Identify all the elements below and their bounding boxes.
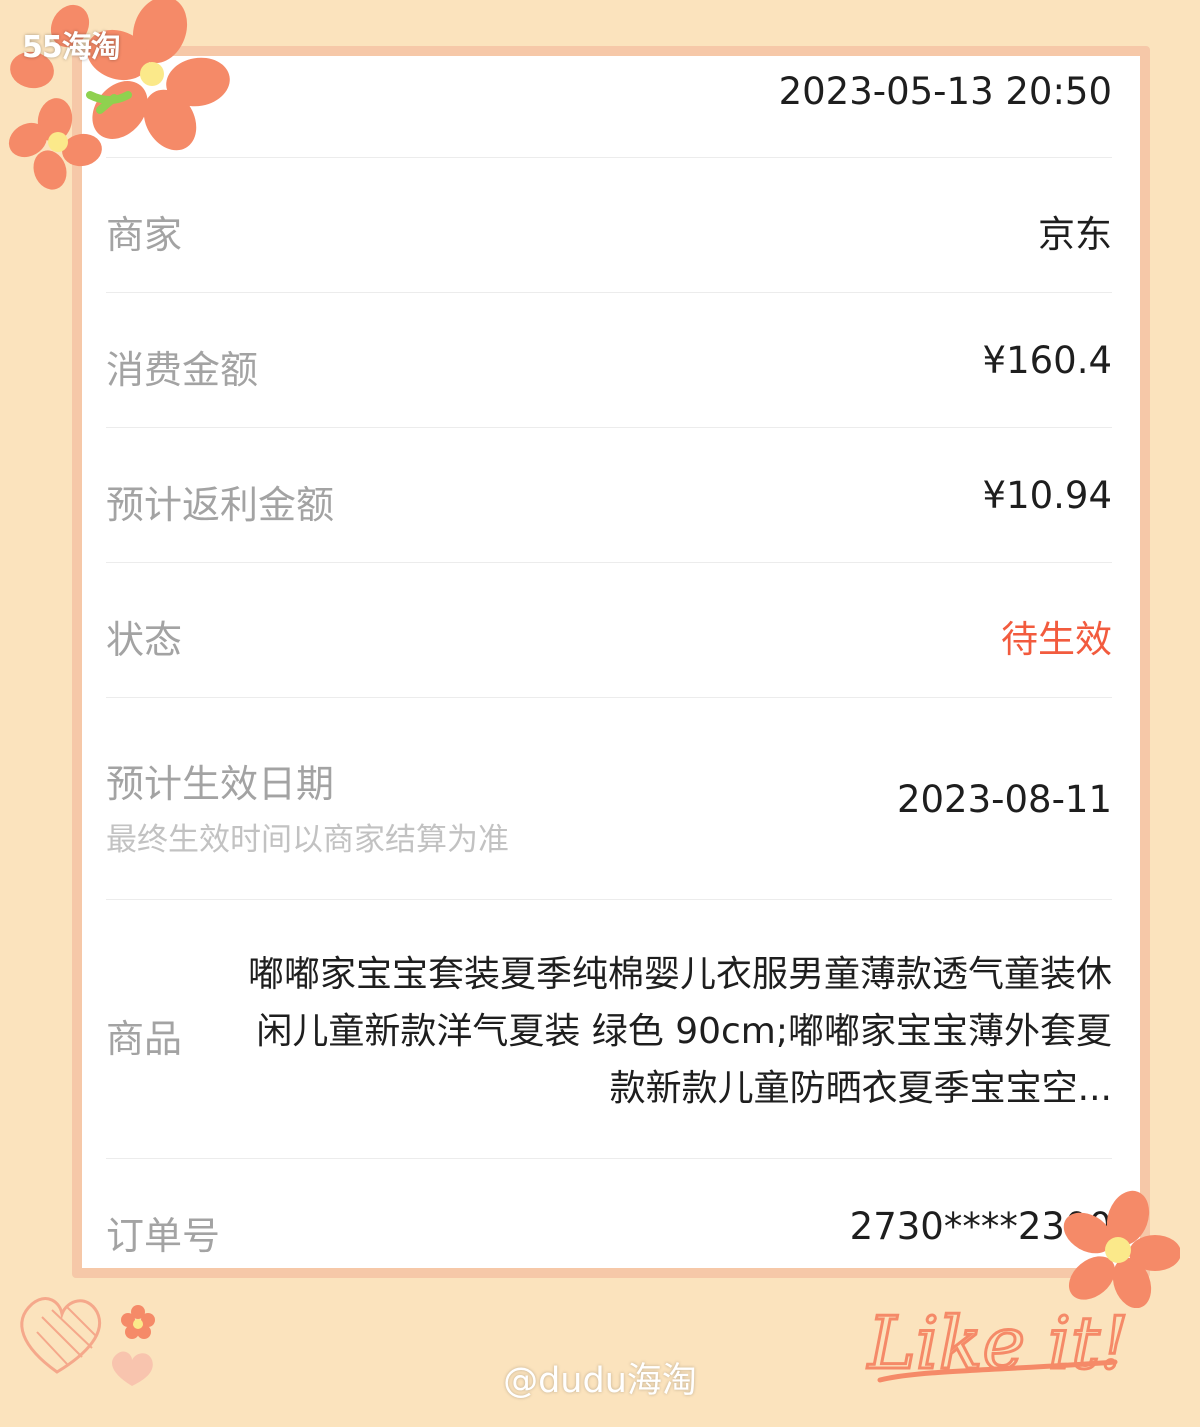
merchant-row: 商家 京东: [106, 158, 1112, 293]
status-badge: 待生效: [1001, 618, 1112, 661]
watermark-user: @dudu海淘: [503, 1361, 697, 1401]
amount-label: 消费金额: [106, 348, 259, 392]
merchant-label: 商家: [106, 213, 183, 257]
order-number-row: 订单号 2730****2300: [106, 1159, 1112, 1268]
amount-row: 消费金额 ¥160.4: [106, 293, 1112, 428]
product-row: 商品 嘟嘟家宝宝套装夏季纯棉婴儿衣服男童薄款透气童装休闲儿童新款洋气夏装 绿色 …: [106, 900, 1112, 1159]
order-detail-card: 2023-05-13 20:50 商家 京东 消费金额 ¥160.4 预计返利金…: [82, 56, 1140, 1268]
rebate-row: 预计返利金额 ¥10.94: [106, 428, 1112, 563]
rebate-label: 预计返利金额: [106, 483, 335, 527]
order-datetime: 2023-05-13 20:50: [778, 70, 1112, 113]
status-label: 状态: [106, 618, 183, 662]
effective-date-value: 2023-08-11: [896, 778, 1112, 821]
rebate-value: ¥10.94: [982, 474, 1112, 517]
date-row: 2023-05-13 20:50: [106, 56, 1112, 158]
effective-date-label: 预计生效日期: [106, 762, 335, 806]
merchant-value: 京东: [1038, 213, 1112, 256]
order-number-label: 订单号: [106, 1214, 221, 1258]
effective-date-row: 预计生效日期 最终生效时间以商家结算为准 2023-08-11: [106, 698, 1112, 900]
product-label: 商品: [106, 1017, 183, 1061]
amount-value: ¥160.4: [982, 339, 1112, 382]
effective-date-note: 最终生效时间以商家结算为准: [106, 822, 509, 858]
product-value[interactable]: 嘟嘟家宝宝套装夏季纯棉婴儿衣服男童薄款透气童装休闲儿童新款洋气夏装 绿色 90c…: [242, 946, 1112, 1117]
watermark-logo: 55海淘: [22, 30, 121, 65]
status-row: 状态 待生效: [106, 563, 1112, 698]
